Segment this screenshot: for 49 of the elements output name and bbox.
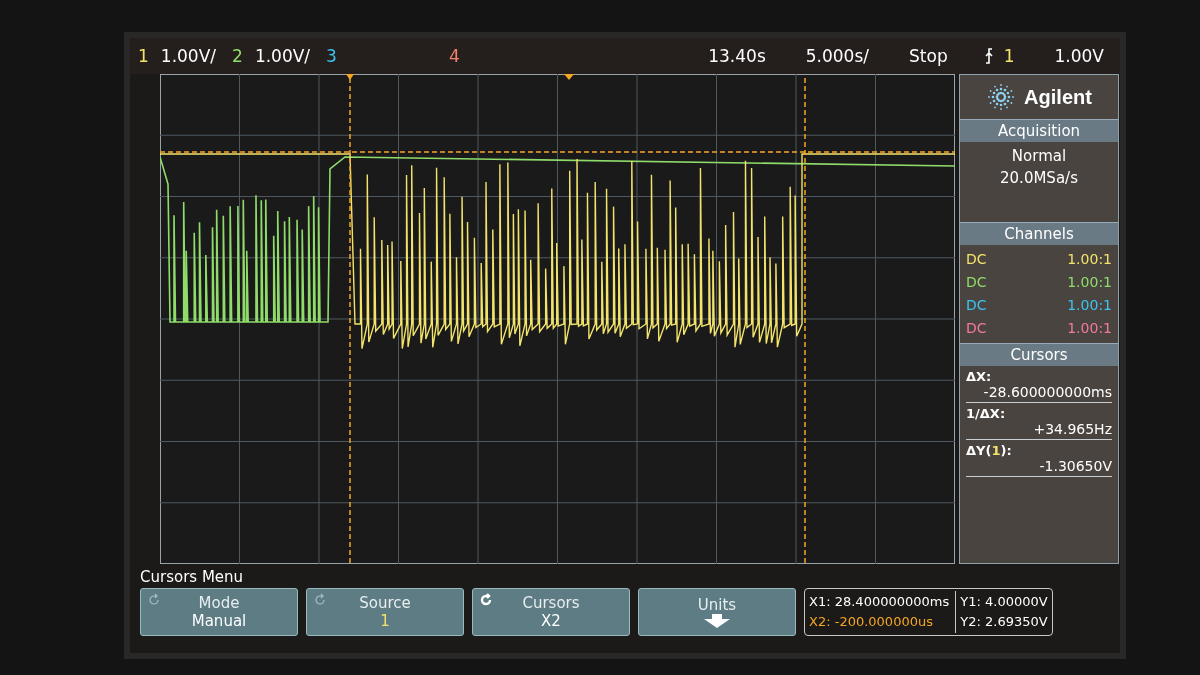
menu-title: Cursors Menu bbox=[140, 567, 245, 588]
rotate-icon bbox=[147, 593, 161, 607]
channel-coupling: DC bbox=[966, 273, 987, 292]
cursor-line[interactable] bbox=[349, 77, 351, 564]
readout-value: -28.600000000ms bbox=[982, 384, 1112, 400]
readout-label: ΔY(1): bbox=[966, 443, 1013, 458]
channel-number[interactable]: 3 bbox=[326, 46, 337, 66]
rotate-icon bbox=[479, 593, 493, 607]
cursor-x-readout: X1: 28.400000000ms bbox=[809, 593, 950, 611]
trigger-edge-icon bbox=[983, 48, 994, 64]
cursor-y-readout: Y2: 2.69350V bbox=[960, 613, 1048, 631]
cursor-y-readout: Y1: 4.00000V bbox=[960, 593, 1048, 611]
softkey-button[interactable]: Units bbox=[638, 588, 796, 636]
channel-coupling: DC bbox=[966, 296, 987, 315]
rotate-icon bbox=[313, 593, 327, 607]
softkey-button[interactable]: Mode Manual bbox=[140, 588, 298, 636]
trigger-source: 1 bbox=[1003, 46, 1015, 66]
time-delay: 13.40s bbox=[708, 46, 766, 66]
cursor-x-readout: X2: -200.000000us bbox=[809, 613, 934, 631]
channel-number[interactable]: 2 bbox=[232, 46, 243, 66]
channel-coupling: DC bbox=[966, 250, 987, 269]
sample-rate: 20.0MSa/s bbox=[999, 168, 1079, 189]
down-arrow-icon bbox=[702, 614, 732, 628]
readout-label: ΔX: bbox=[966, 369, 993, 384]
run-state: Stop bbox=[909, 46, 948, 66]
trigger-level: 1.00V bbox=[1054, 46, 1104, 66]
channel-number[interactable]: 4 bbox=[448, 46, 460, 66]
channel-scale: 1.00V/ bbox=[254, 46, 311, 66]
panel-header: Cursors bbox=[960, 343, 1118, 366]
brand-logo-text: Agilent bbox=[1024, 85, 1092, 109]
panel-header: Channels bbox=[960, 222, 1118, 245]
channel-coupling: DC bbox=[966, 319, 987, 338]
acquisition-mode: Normal bbox=[1010, 146, 1068, 167]
readout-value: -1.30650V bbox=[1038, 458, 1112, 474]
cursor-line[interactable] bbox=[160, 151, 955, 153]
cursor-line[interactable] bbox=[804, 77, 806, 564]
readout-label: 1/ΔX: bbox=[966, 406, 1007, 421]
probe-ratio: 1.00:1 bbox=[1067, 250, 1112, 269]
readout-value: +34.965Hz bbox=[1032, 421, 1112, 437]
channel-number[interactable]: 1 bbox=[138, 46, 149, 66]
panel-header: Acquisition bbox=[960, 119, 1118, 142]
channel-scale: 1.00V/ bbox=[160, 46, 217, 66]
softkey-button[interactable]: Cursors X2 bbox=[472, 588, 630, 636]
probe-ratio: 1.00:1 bbox=[1067, 319, 1112, 338]
probe-ratio: 1.00:1 bbox=[1067, 273, 1112, 292]
timebase: 5.000s/ bbox=[805, 46, 870, 66]
starburst-logo-icon bbox=[986, 82, 1017, 112]
probe-ratio: 1.00:1 bbox=[1067, 296, 1112, 315]
softkey-button[interactable]: Source 1 bbox=[306, 588, 464, 636]
